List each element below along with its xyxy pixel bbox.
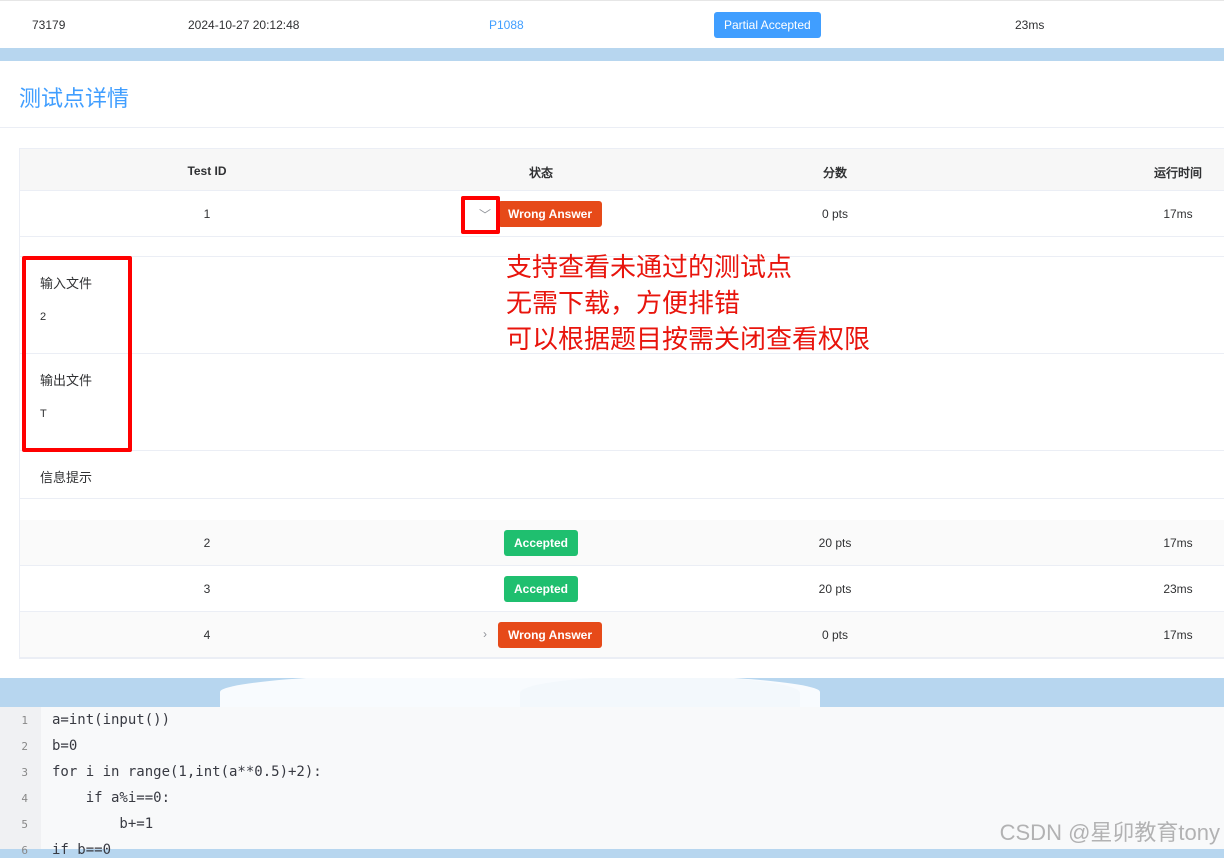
submission-time: 2024-10-27 20:12:48 [188,18,300,32]
test-runtime: 23ms [1163,582,1193,596]
highlight-box-detail [22,256,132,452]
status-badge: Accepted [503,576,579,602]
code-line: for i in range(1,int(a**0.5)+2): [52,764,322,780]
code-line: if b==0 [52,842,112,858]
table-row[interactable]: 1 ﹀ Wrong Answer 0 pts 17ms [20,191,1224,237]
test-id: 4 [203,628,211,642]
section-title: 测试点详情 [19,86,130,111]
info-label: 信息提示 [40,470,93,485]
header-score: 分数 [822,166,848,180]
test-id: 3 [203,582,211,596]
line-number: 6 [21,844,28,857]
status-badge: Wrong Answer [497,201,603,227]
submission-runtime: 23ms [1015,18,1045,32]
highlight-box-chevron [461,196,500,234]
header-test-id: Test ID [187,164,227,178]
submission-row: 73179 2024-10-27 20:12:48 P1088 Partial … [0,0,1224,48]
code-line: b=0 [52,738,78,754]
watermark: CSDN @星卯教育tony [999,820,1220,845]
test-runtime: 17ms [1163,207,1193,221]
test-runtime: 17ms [1163,628,1193,642]
header-runtime: 运行时间 [1153,166,1203,180]
annotation-line: 无需下载，方便排错 [506,289,741,319]
table-header: Test ID 状态 分数 运行时间 [20,149,1224,191]
table-row[interactable]: 3 Accepted 20 pts 23ms [20,566,1224,612]
testcase-table: Test ID 状态 分数 运行时间 1 ﹀ Wrong Answer 0 pt… [19,148,1224,659]
line-number-gutter: 1 2 3 4 5 6 [0,707,41,857]
annotation-line: 可以根据题目按需关闭查看权限 [506,325,871,355]
submission-status-badge: Partial Accepted [714,12,821,38]
line-number: 4 [21,792,28,805]
line-number: 3 [21,766,28,779]
chevron-right-icon[interactable]: › [483,627,487,641]
test-score: 20 pts [818,536,852,550]
code-line: a=int(input()) [52,712,171,728]
line-number: 1 [21,714,28,727]
divider [20,450,1224,451]
line-number: 2 [21,740,28,753]
divider [20,498,1224,499]
test-score: 0 pts [821,628,849,642]
test-runtime: 17ms [1163,536,1193,550]
annotation-line: 支持查看未通过的测试点 [506,253,793,283]
table-row[interactable]: 2 Accepted 20 pts 17ms [20,520,1224,566]
submission-id: 73179 [32,18,66,32]
test-id: 2 [203,536,211,550]
test-id: 1 [203,207,211,221]
code-line: if a%i==0: [52,790,171,806]
test-score: 20 pts [818,582,852,596]
divider [0,127,1224,128]
submission-problem-link[interactable]: P1088 [489,18,524,32]
test-score: 0 pts [821,207,849,221]
annotation-text: 支持查看未通过的测试点 无需下载，方便排错 可以根据题目按需关闭查看权限 [506,250,870,358]
background-cloud [520,676,800,710]
line-number: 5 [21,818,28,831]
testcase-detail-card: 测试点详情 Test ID 状态 分数 运行时间 1 ﹀ Wrong Answe… [0,61,1224,678]
status-badge: Wrong Answer [497,622,603,648]
table-row[interactable]: 4 › Wrong Answer 0 pts 17ms [20,612,1224,658]
code-line: b+=1 [52,816,154,832]
header-status: 状态 [528,166,554,180]
status-badge: Accepted [503,530,579,556]
